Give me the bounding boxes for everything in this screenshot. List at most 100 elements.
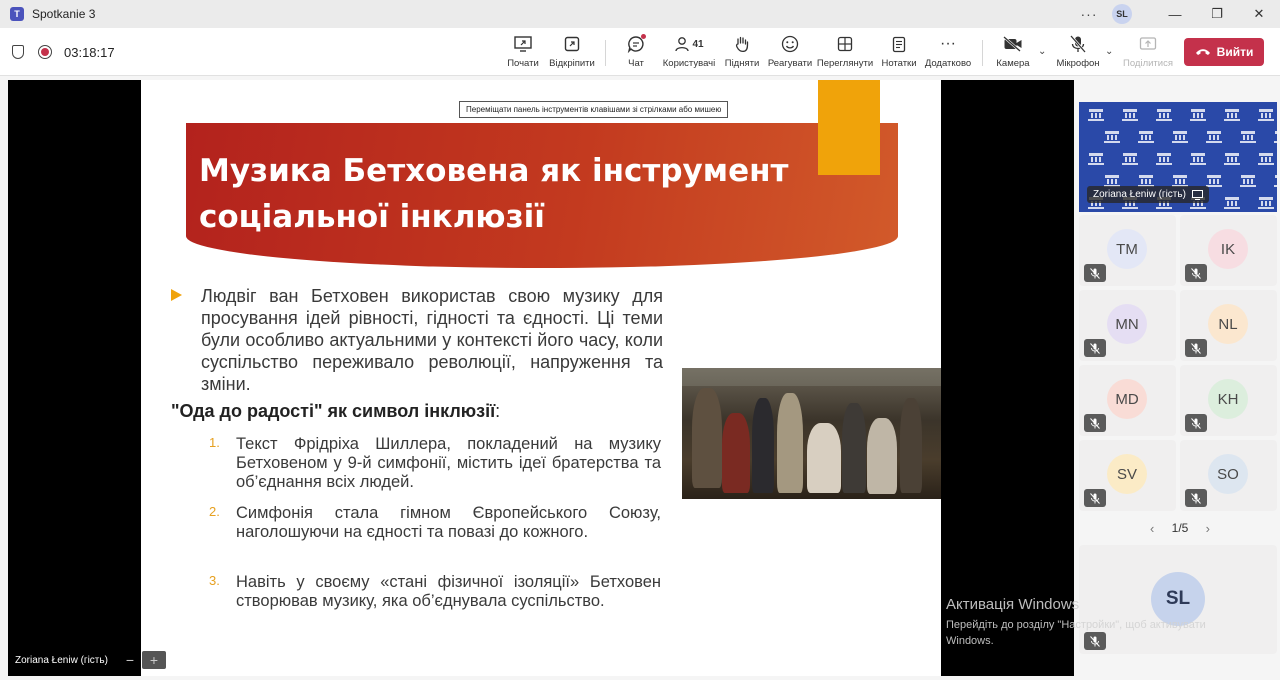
background-logo-icon bbox=[1155, 152, 1173, 168]
participant-tile[interactable]: NL bbox=[1180, 290, 1277, 361]
minimize-button[interactable]: — bbox=[1154, 0, 1196, 28]
notes-button[interactable]: Нотатки bbox=[871, 34, 927, 72]
title-bar: T Spotkanie 3 ··· SL — ❐ ✕ bbox=[0, 0, 1280, 28]
muted-mic-icon bbox=[1084, 414, 1106, 432]
background-logo-icon bbox=[1257, 108, 1275, 124]
ellipsis-icon: ··· bbox=[940, 35, 956, 52]
leave-button[interactable]: Вийти bbox=[1184, 38, 1264, 66]
background-logo-icon bbox=[1171, 130, 1189, 146]
background-logo-icon bbox=[1121, 108, 1139, 124]
mic-button[interactable]: Мікрофон bbox=[1050, 34, 1106, 72]
background-logo-icon bbox=[1273, 174, 1277, 190]
grid-view-icon bbox=[835, 34, 855, 54]
participant-tile[interactable]: KH bbox=[1180, 365, 1277, 436]
camera-options-chevron-icon[interactable]: ⌄ bbox=[1038, 46, 1046, 57]
background-logo-icon bbox=[1189, 108, 1207, 124]
muted-mic-icon bbox=[1084, 264, 1106, 282]
react-button[interactable]: Реагувати bbox=[762, 34, 818, 72]
presenter-video-tile[interactable]: Zoriana Łeniw (гість) bbox=[1079, 102, 1277, 212]
presentation-slide: Переміщати панель інструментів клавішами… bbox=[141, 80, 941, 676]
participant-tile[interactable]: TM bbox=[1079, 215, 1176, 286]
recording-icon bbox=[38, 45, 52, 59]
window-title: Spotkanie 3 bbox=[32, 7, 96, 21]
start-button[interactable]: Почати bbox=[495, 34, 551, 72]
camera-button[interactable]: Камера bbox=[985, 34, 1041, 72]
background-logo-icon bbox=[1137, 130, 1155, 146]
background-logo-icon bbox=[1103, 130, 1121, 146]
user-avatar[interactable]: SL bbox=[1112, 4, 1132, 24]
muted-mic-icon bbox=[1084, 489, 1106, 507]
present-icon bbox=[513, 34, 533, 54]
presenter-name-label: Zoriana Łeniw (гість) bbox=[15, 655, 108, 666]
background-logo-icon bbox=[1205, 130, 1223, 146]
participant-tile[interactable]: IK bbox=[1180, 215, 1277, 286]
participant-tile[interactable]: SO bbox=[1180, 440, 1277, 511]
participant-tile[interactable]: MN bbox=[1079, 290, 1176, 361]
toolbar-move-hint: Переміщати панель інструментів клавішами… bbox=[459, 101, 729, 118]
background-logo-icon bbox=[1223, 152, 1241, 168]
slide-subheading: "Ода до радості" як символ інклюзії: bbox=[171, 401, 501, 421]
muted-mic-icon bbox=[1185, 264, 1207, 282]
people-button[interactable]: 41 Користувачі bbox=[661, 34, 717, 72]
background-logo-icon bbox=[1223, 108, 1241, 124]
pop-out-icon bbox=[562, 34, 582, 54]
meeting-toolbar: 03:18:17 Почати Відкріпити Чат 41 Корист… bbox=[0, 28, 1280, 76]
mic-options-chevron-icon[interactable]: ⌄ bbox=[1105, 46, 1113, 57]
close-button[interactable]: ✕ bbox=[1238, 0, 1280, 28]
background-logo-icon bbox=[1087, 108, 1105, 124]
hand-icon bbox=[732, 34, 752, 54]
background-logo-icon bbox=[1273, 130, 1277, 146]
unread-dot bbox=[641, 34, 646, 39]
mic-off-icon bbox=[1068, 34, 1088, 54]
zoom-controls: − + bbox=[118, 651, 172, 669]
camera-off-icon bbox=[1003, 34, 1023, 54]
video-name-tag: Zoriana Łeniw (гість) bbox=[1087, 186, 1209, 203]
more-button[interactable]: ··· Додатково bbox=[920, 34, 976, 72]
chat-button[interactable]: Чат bbox=[608, 34, 664, 72]
bullet-arrow-icon bbox=[171, 289, 182, 301]
slide-bullet: Людвіг ван Бетховен використав свою музи… bbox=[171, 285, 663, 395]
background-logo-icon bbox=[1239, 130, 1257, 146]
view-button[interactable]: Переглянути bbox=[817, 34, 873, 72]
background-logo-icon bbox=[1257, 152, 1275, 168]
detach-button[interactable]: Відкріпити bbox=[544, 34, 600, 72]
beethoven-painting-image bbox=[682, 368, 941, 499]
gallery-pager: ‹ 1/5 › bbox=[1150, 520, 1210, 536]
zoom-out-button[interactable]: − bbox=[118, 651, 142, 669]
muted-mic-icon bbox=[1185, 339, 1207, 357]
more-options-icon[interactable]: ··· bbox=[1074, 6, 1104, 22]
background-logo-icon bbox=[1121, 152, 1139, 168]
participant-avatar: TM bbox=[1107, 229, 1147, 269]
participant-tile[interactable]: MD bbox=[1079, 365, 1176, 436]
share-button[interactable]: Поділитися bbox=[1120, 34, 1176, 72]
participant-tile[interactable]: SV bbox=[1079, 440, 1176, 511]
restore-button[interactable]: ❐ bbox=[1196, 0, 1238, 28]
background-logo-icon bbox=[1087, 152, 1105, 168]
list-item: 2. Симфонія стала гімном Європейського С… bbox=[209, 504, 661, 541]
background-logo-icon bbox=[1155, 108, 1173, 124]
participant-avatar: KH bbox=[1208, 379, 1248, 419]
people-icon: 41 bbox=[672, 34, 706, 54]
participant-avatar: MD bbox=[1107, 379, 1147, 419]
call-timer: 03:18:17 bbox=[64, 44, 115, 60]
background-logo-icon bbox=[1189, 152, 1207, 168]
list-item: 3. Навіть у своєму «стані фізичної ізоля… bbox=[209, 573, 661, 610]
muted-mic-icon bbox=[1185, 489, 1207, 507]
notes-icon bbox=[889, 34, 909, 54]
background-logo-icon bbox=[1239, 174, 1257, 190]
zoom-in-button[interactable]: + bbox=[142, 651, 166, 669]
phone-hangup-icon bbox=[1195, 49, 1210, 55]
participant-avatar: MN bbox=[1107, 304, 1147, 344]
slide-title: Музика Бетховена як інструмент соціально… bbox=[199, 153, 789, 235]
participant-avatar: SV bbox=[1107, 454, 1147, 494]
list-item: 1. Текст Фрідріха Шиллера, покладений на… bbox=[209, 435, 661, 491]
windows-activation-watermark: Активація Windows Перейдіть до розділу "… bbox=[946, 596, 1206, 647]
shield-icon[interactable] bbox=[12, 45, 24, 59]
participant-avatar: NL bbox=[1208, 304, 1248, 344]
participant-avatar: SO bbox=[1208, 454, 1248, 494]
next-page-icon[interactable]: › bbox=[1206, 521, 1210, 536]
background-logo-icon bbox=[1223, 196, 1241, 212]
prev-page-icon[interactable]: ‹ bbox=[1150, 521, 1154, 536]
chat-icon bbox=[626, 34, 646, 54]
muted-mic-icon bbox=[1185, 414, 1207, 432]
